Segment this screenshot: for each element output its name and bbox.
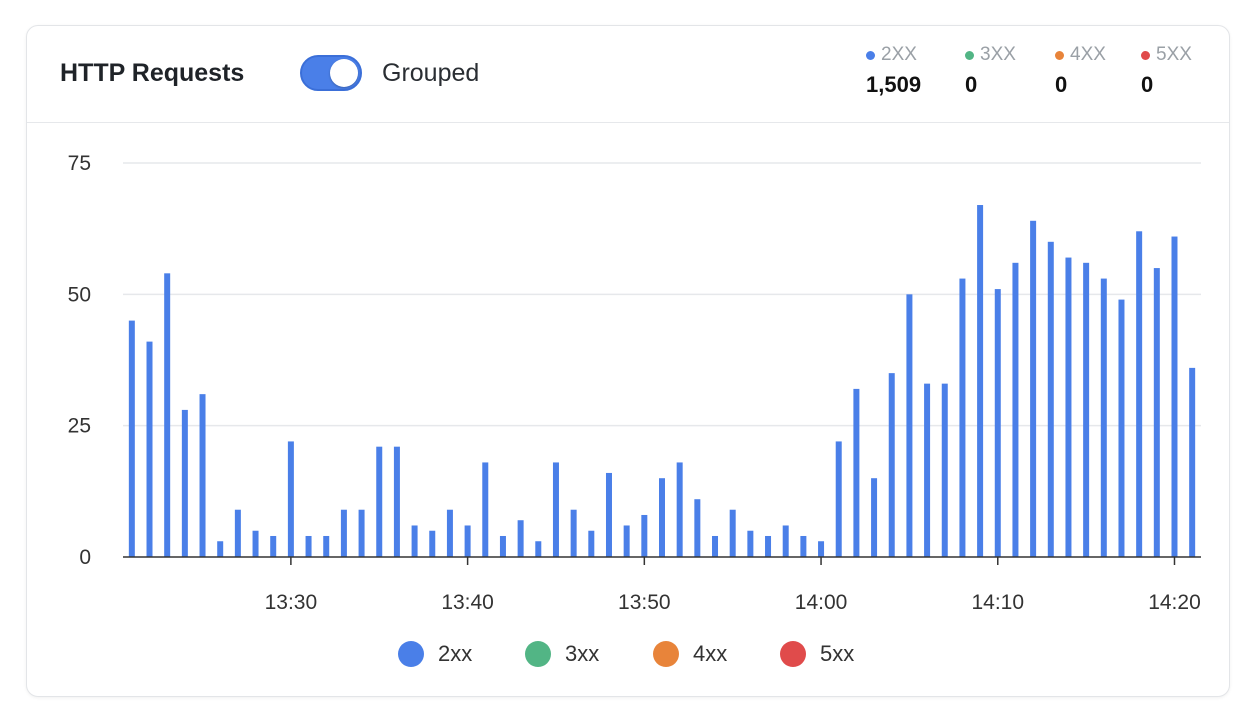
bar-52 — [1047, 241, 1054, 558]
legend-4xx-dot — [653, 641, 679, 667]
bar-41 — [853, 388, 860, 557]
bar-60 — [1189, 367, 1196, 557]
bar-19 — [464, 525, 471, 557]
legend-3xx-dot — [525, 641, 551, 667]
bar-21 — [499, 535, 506, 557]
bar-24 — [552, 462, 559, 557]
legend-4xx-label: 4xx — [693, 641, 728, 666]
legend-2xx-label: 2xx — [438, 641, 473, 666]
y-tick-label-2: 50 — [68, 283, 91, 306]
bar-10 — [305, 535, 312, 557]
bar-22 — [517, 520, 524, 557]
y-tick-label-0: 0 — [79, 546, 91, 569]
bar-40 — [835, 441, 842, 557]
x-tick-label-0: 13:30 — [265, 591, 318, 614]
bar-58 — [1153, 268, 1160, 557]
chart-legend: 2xx 3xx 4xx 5xx — [27, 641, 1229, 671]
bar-23 — [535, 541, 542, 557]
bar-43 — [888, 373, 895, 557]
bar-39 — [818, 541, 825, 557]
bar-33 — [712, 535, 719, 557]
bar-12 — [340, 509, 347, 557]
bar-59 — [1171, 236, 1178, 557]
y-tick-label-3: 75 — [68, 152, 91, 175]
bar-6 — [234, 509, 241, 557]
bar-45 — [924, 383, 931, 557]
bar-56 — [1118, 299, 1125, 557]
legend-item-5xx[interactable]: 5xx — [780, 641, 854, 667]
bar-28 — [623, 525, 630, 557]
bar-46 — [941, 383, 948, 557]
bar-48 — [977, 205, 984, 557]
bar-32 — [694, 499, 701, 557]
legend-item-3xx[interactable]: 3xx — [525, 641, 599, 667]
bar-47 — [959, 278, 966, 557]
legend-item-2xx[interactable]: 2xx — [398, 641, 472, 667]
bar-14 — [376, 446, 383, 557]
legend-2xx-dot — [398, 641, 424, 667]
bar-16 — [411, 525, 418, 557]
bar-13 — [358, 509, 365, 557]
http-requests-card: HTTP Requests Grouped 2XX 1,509 3XX 0 4X… — [26, 25, 1230, 697]
x-tick-label-1: 13:40 — [441, 591, 494, 614]
bar-36 — [765, 535, 772, 557]
legend-5xx-label: 5xx — [820, 641, 855, 666]
bar-50 — [1012, 262, 1019, 557]
x-tick-label-2: 13:50 — [618, 591, 671, 614]
legend-5xx-dot — [780, 641, 806, 667]
bar-42 — [871, 478, 878, 557]
bar-27 — [605, 472, 612, 557]
bar-29 — [641, 514, 648, 557]
bar-8 — [270, 535, 277, 557]
bar-31 — [676, 462, 683, 557]
bar-7 — [252, 530, 259, 557]
x-tick-label-4: 14:10 — [971, 591, 1024, 614]
bar-18 — [446, 509, 453, 557]
bar-38 — [800, 535, 807, 557]
x-tick-label-3: 14:00 — [795, 591, 848, 614]
bar-55 — [1100, 278, 1107, 557]
bar-1 — [146, 341, 153, 557]
bar-34 — [729, 509, 736, 557]
bar-0 — [128, 320, 135, 557]
bar-5 — [217, 541, 224, 557]
requests-bar-chart: 0 25 50 75 13:30 13:40 13:50 14:00 14:10 14:20 — [68, 152, 1201, 614]
bar-26 — [588, 530, 595, 557]
bar-3 — [181, 409, 188, 557]
legend-3xx-label: 3xx — [565, 641, 600, 666]
bar-57 — [1136, 231, 1143, 557]
bar-37 — [782, 525, 789, 557]
bar-35 — [747, 530, 754, 557]
y-tick-label-1: 25 — [68, 415, 91, 438]
legend-item-4xx[interactable]: 4xx — [653, 641, 727, 667]
bar-44 — [906, 294, 913, 557]
bar-15 — [393, 446, 400, 557]
x-tick-label-5: 14:20 — [1148, 591, 1201, 614]
bar-30 — [659, 478, 665, 557]
bar-53 — [1065, 257, 1072, 557]
bar-17 — [429, 530, 436, 557]
bar-49 — [994, 289, 1001, 557]
bar-11 — [323, 535, 330, 557]
bar-4 — [199, 394, 206, 557]
bar-54 — [1083, 262, 1090, 557]
bar-9 — [287, 441, 294, 557]
bar-2 — [164, 273, 171, 557]
bar-20 — [482, 462, 489, 557]
bar-25 — [570, 509, 577, 557]
bar-51 — [1030, 220, 1037, 557]
